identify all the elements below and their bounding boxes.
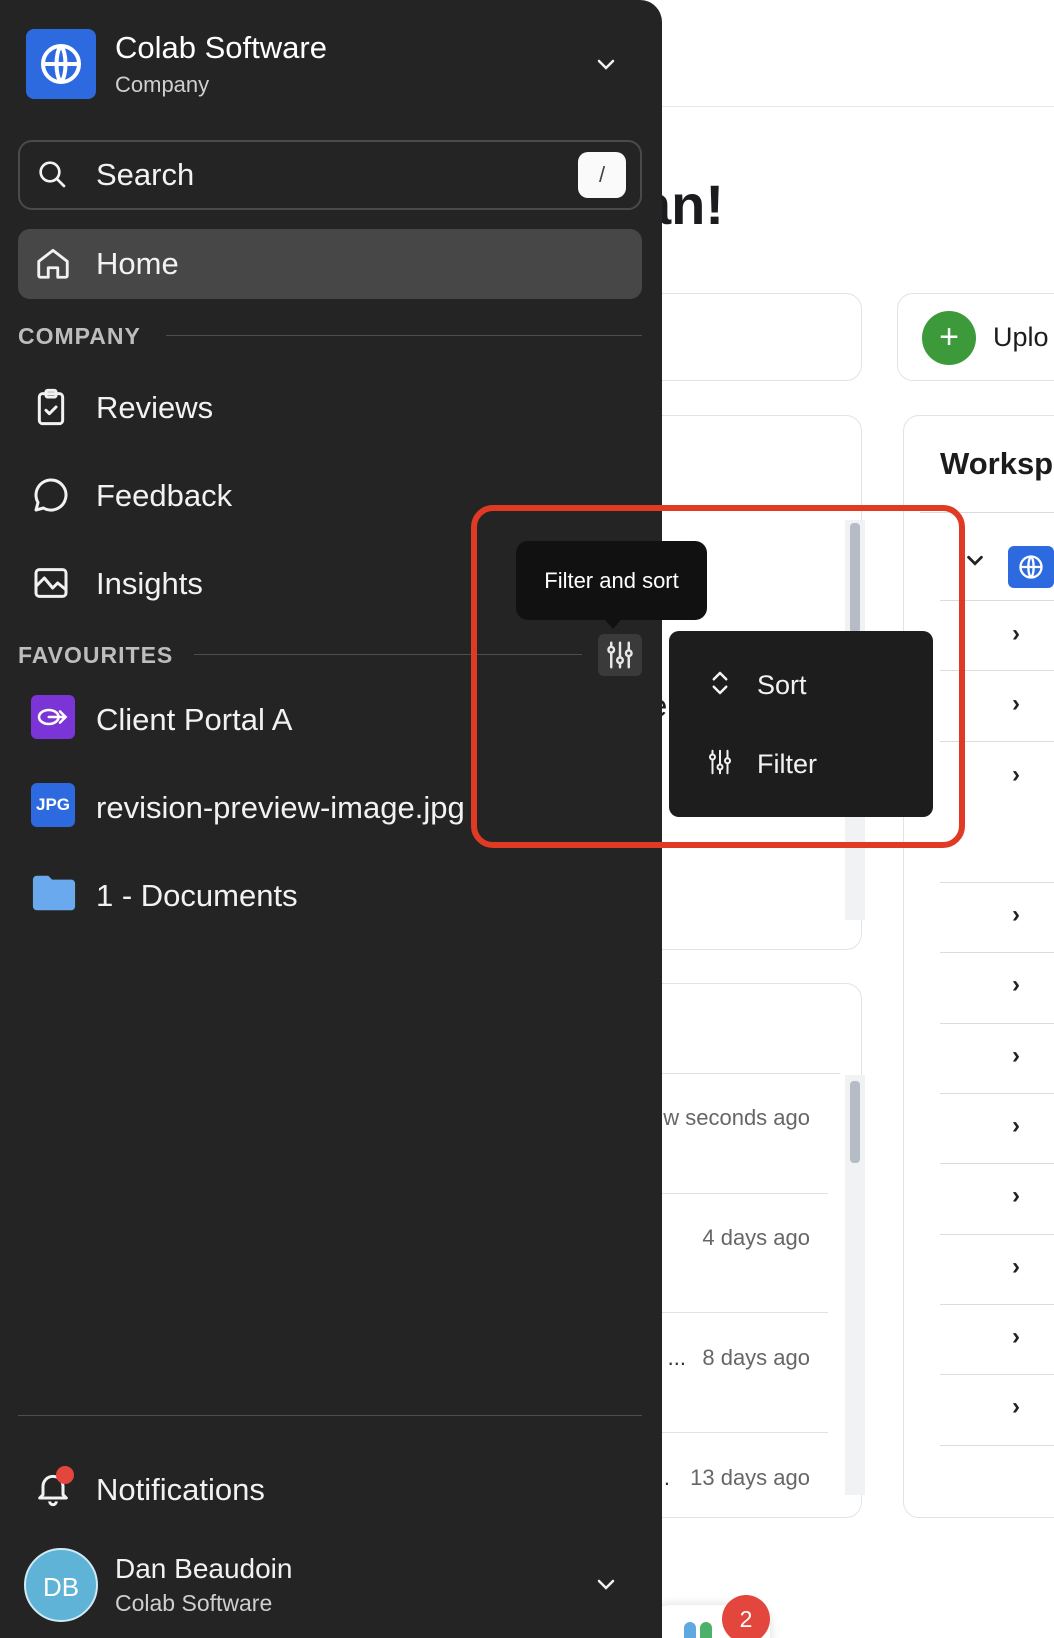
favourite-documents-folder[interactable]: 1 - Documents bbox=[96, 878, 298, 914]
speech-bubble-icon bbox=[31, 475, 71, 520]
chevron-right-icon[interactable]: › bbox=[1012, 761, 1020, 789]
company-logo-globe-icon bbox=[26, 29, 96, 99]
help-widget-icon bbox=[700, 1622, 712, 1638]
workspace-divider bbox=[940, 1304, 1054, 1305]
annotation-highlight-box bbox=[471, 505, 965, 848]
workspace-divider bbox=[940, 1163, 1054, 1164]
row-divider bbox=[660, 1312, 828, 1313]
row-divider bbox=[660, 1073, 840, 1074]
search-icon bbox=[36, 158, 68, 195]
search-shortcut-key: / bbox=[578, 152, 626, 198]
workspace-divider bbox=[940, 882, 1054, 883]
activity-time: 13 days ago bbox=[690, 1465, 810, 1490]
chevron-right-icon[interactable]: › bbox=[1012, 1253, 1020, 1281]
workspace-divider bbox=[940, 1234, 1054, 1235]
company-type: Company bbox=[115, 72, 210, 97]
favourite-client-portal[interactable]: Client Portal A bbox=[96, 702, 292, 738]
section-heading-favourites: FAVOURITES bbox=[18, 642, 174, 668]
chevron-right-icon[interactable]: › bbox=[1012, 1042, 1020, 1070]
chevron-down-icon[interactable] bbox=[594, 52, 618, 81]
chevron-right-icon[interactable]: › bbox=[1012, 971, 1020, 999]
workspace-divider bbox=[940, 1023, 1054, 1024]
activity-time: 4 days ago bbox=[702, 1225, 810, 1250]
section-divider bbox=[166, 335, 642, 336]
chart-line-icon bbox=[31, 563, 71, 608]
user-org: Colab Software bbox=[115, 1590, 273, 1616]
sidebar-item-home-label[interactable]: Home bbox=[96, 246, 179, 282]
notification-dot bbox=[56, 1466, 74, 1484]
workspace-divider bbox=[940, 1445, 1054, 1446]
sidebar-item-insights[interactable]: Insights bbox=[96, 566, 203, 602]
avatar[interactable]: DB bbox=[24, 1548, 98, 1622]
chevron-right-icon[interactable]: › bbox=[1012, 1112, 1020, 1140]
activity-scrollbar-thumb[interactable] bbox=[850, 1081, 860, 1163]
client-portal-icon bbox=[31, 695, 75, 739]
jpg-file-icon: JPG bbox=[31, 783, 75, 827]
chevron-right-icon[interactable]: › bbox=[1012, 1323, 1020, 1351]
favourite-revision-image[interactable]: revision-preview-image.jpg bbox=[96, 790, 465, 826]
clipboard-check-icon bbox=[31, 387, 71, 432]
user-name[interactable]: Dan Beaudoin bbox=[115, 1553, 292, 1585]
workspace-divider bbox=[940, 952, 1054, 953]
header-divider bbox=[660, 106, 1054, 107]
sidebar-item-feedback[interactable]: Feedback bbox=[96, 478, 232, 514]
upload-plus-icon[interactable]: + bbox=[922, 311, 976, 365]
sidebar-divider bbox=[18, 1415, 642, 1416]
home-icon bbox=[34, 244, 72, 287]
section-heading-company: COMPANY bbox=[18, 323, 141, 349]
chevron-right-icon[interactable]: › bbox=[1012, 620, 1020, 648]
chevron-right-icon[interactable]: › bbox=[1012, 1393, 1020, 1421]
globe-icon bbox=[1008, 546, 1054, 588]
folder-icon bbox=[31, 873, 77, 918]
search-placeholder[interactable]: Search bbox=[96, 157, 194, 193]
chevron-right-icon[interactable]: › bbox=[1012, 1182, 1020, 1210]
workspace-divider bbox=[940, 1093, 1054, 1094]
sidebar-item-notifications[interactable]: Notifications bbox=[96, 1472, 265, 1508]
workspace-divider bbox=[940, 1374, 1054, 1375]
activity-time: 8 days ago bbox=[702, 1345, 810, 1370]
row-divider bbox=[660, 1432, 828, 1433]
help-widget-icon bbox=[684, 1622, 696, 1638]
row-divider bbox=[660, 1193, 828, 1194]
activity-time: w seconds ago bbox=[663, 1105, 810, 1130]
workspace-title: Worksp bbox=[940, 446, 1054, 481]
chevron-right-icon[interactable]: › bbox=[1012, 690, 1020, 718]
chevron-down-icon[interactable] bbox=[594, 1572, 618, 1601]
chevron-down-icon[interactable] bbox=[964, 549, 986, 576]
upload-button-label[interactable]: Uplo bbox=[993, 322, 1049, 353]
sidebar-item-reviews[interactable]: Reviews bbox=[96, 390, 213, 426]
chevron-right-icon[interactable]: › bbox=[1012, 901, 1020, 929]
company-name[interactable]: Colab Software bbox=[115, 30, 327, 66]
help-widget-badge: 2 bbox=[722, 1595, 770, 1638]
